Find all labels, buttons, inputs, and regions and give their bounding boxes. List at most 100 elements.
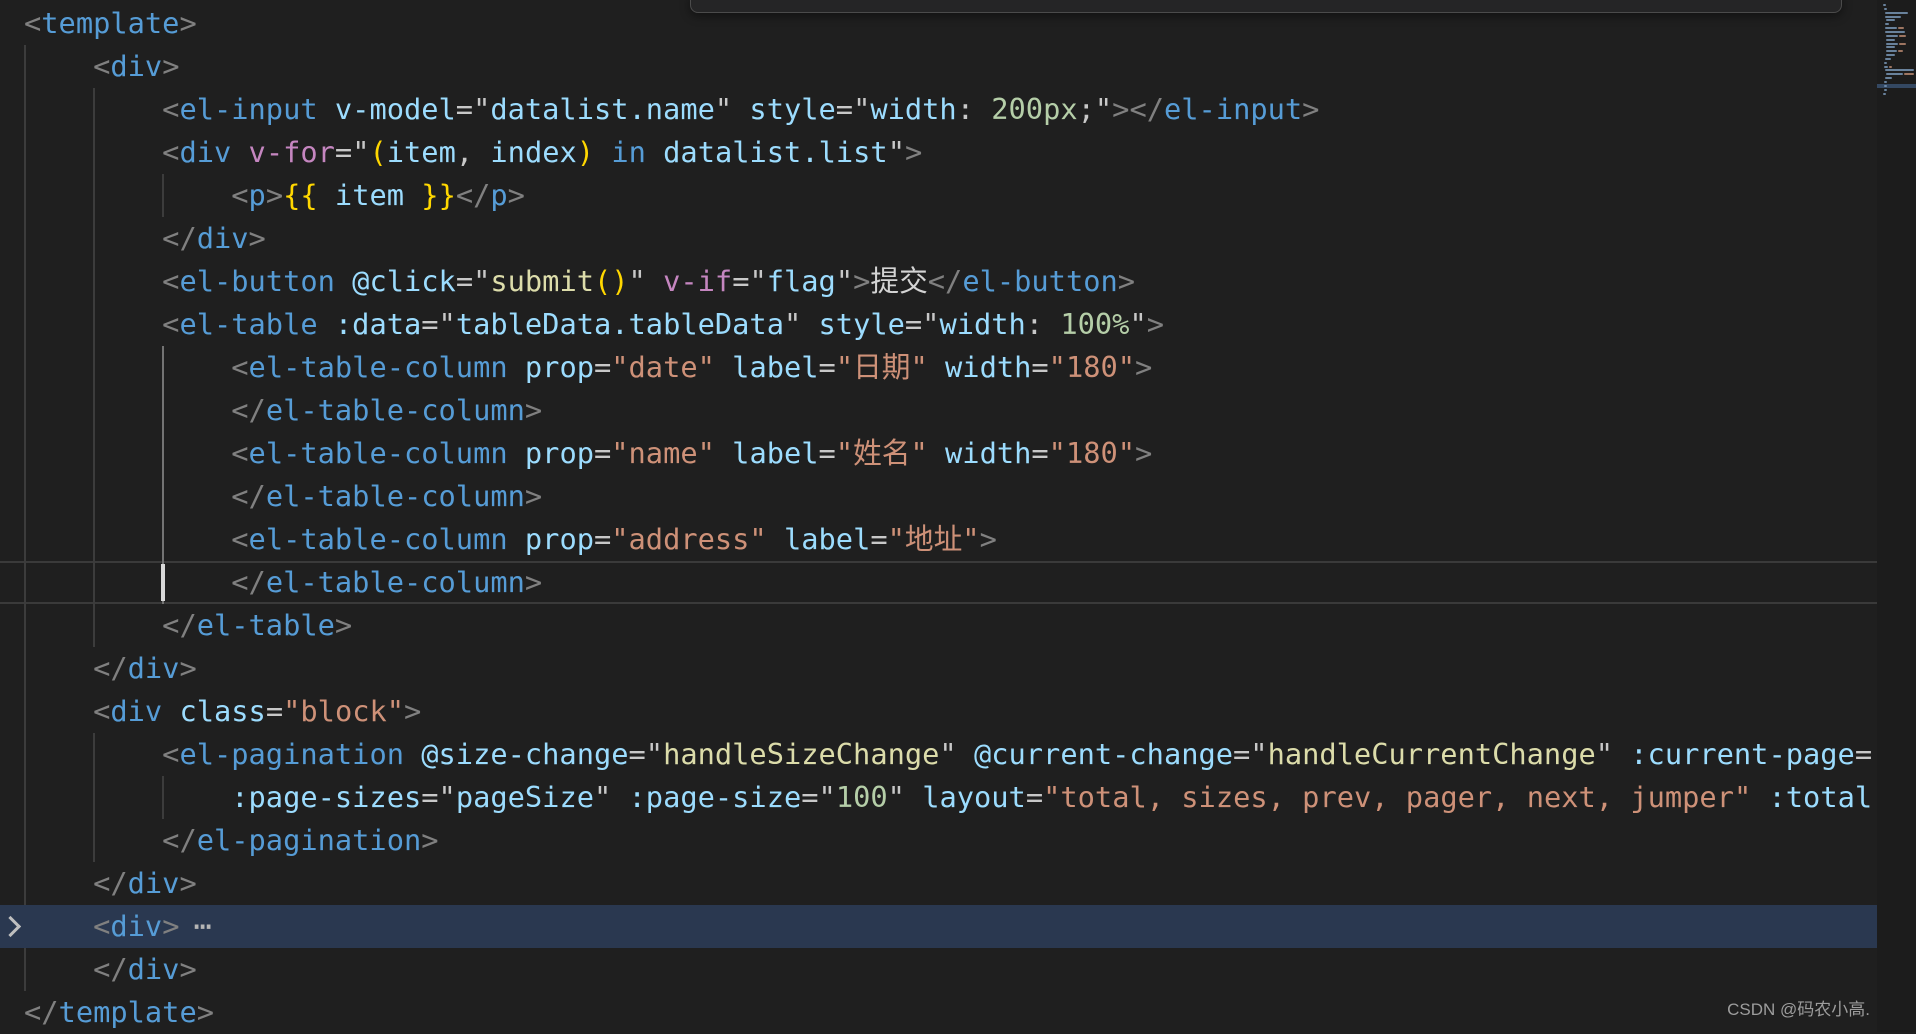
token-oper: : [956, 92, 974, 126]
code-line-2[interactable]: <div> [0, 45, 1877, 88]
token-oper: " [1129, 307, 1147, 341]
code-area[interactable]: <template> <div> <el-input v-model="data… [0, 2, 1877, 1034]
token-punct: > [179, 866, 197, 900]
token-oper: " [714, 92, 733, 126]
token-attr: label [714, 350, 819, 384]
minimap-line-mark [1884, 84, 1887, 87]
token-str: "180" [1048, 350, 1136, 384]
minimap-line-mark [1885, 15, 1901, 18]
code-line-5[interactable]: <p>{{ item }}</p> [0, 174, 1877, 217]
token-punct: > [162, 49, 180, 83]
code-line-23[interactable]: </div> [0, 948, 1877, 991]
code-line-12[interactable]: </el-table-column> [0, 475, 1877, 518]
token-punct: < [231, 350, 249, 384]
token-punct: < [162, 307, 180, 341]
code-line-3[interactable]: <el-input v-model="datalist.name" style=… [0, 88, 1877, 131]
token-ctrl: v-for [231, 135, 335, 169]
code-line-17[interactable]: <div class="block"> [0, 690, 1877, 733]
token-attr: item [386, 135, 456, 169]
token-tag: el-table-column [265, 479, 525, 513]
token-punct: </ [93, 952, 128, 986]
code-line-15[interactable]: </el-table> [0, 604, 1877, 647]
quick-input-widget[interactable] [690, 0, 1842, 13]
code-line-14[interactable]: </el-table-column> [0, 561, 1877, 604]
token-brk: () [594, 264, 629, 298]
token-punct: > [179, 651, 197, 685]
minimap-line-mark [1884, 65, 1889, 68]
code-line-7[interactable]: <el-button @click="submit()" v-if="flag"… [0, 260, 1877, 303]
minimap-line-mark [1884, 7, 1887, 10]
token-num: 200px [973, 92, 1078, 126]
minimap-line-mark [1883, 92, 1887, 95]
token-attr: width [870, 92, 957, 126]
token-attr: class [162, 694, 266, 728]
token-punct: > [524, 479, 543, 513]
code-line-24[interactable]: </template> [0, 991, 1877, 1034]
token-oper: = [1031, 350, 1049, 384]
token-attr: style [801, 307, 905, 341]
token-attr: pageSize [455, 780, 594, 814]
code-line-20[interactable]: </el-pagination> [0, 819, 1877, 862]
code-line-6[interactable]: </div> [0, 217, 1877, 260]
token-attr: label [714, 436, 819, 470]
minimap-line-mark [1897, 27, 1905, 30]
code-line-18[interactable]: <el-pagination @size-change="handleSizeC… [0, 733, 1877, 776]
token-tag: div [127, 651, 180, 685]
minimap-line-mark [1886, 54, 1896, 57]
code-line-16[interactable]: </div> [0, 647, 1877, 690]
token-oper: =" [835, 92, 871, 126]
code-line-21[interactable]: </div> [0, 862, 1877, 905]
token-attr: layout [904, 780, 1026, 814]
token-oper: =" [455, 92, 491, 126]
token-str: "name" [611, 436, 715, 470]
minimap-line-mark [1904, 73, 1914, 76]
token-attr: :page-size [611, 780, 802, 814]
fold-chevron-icon[interactable] [0, 915, 23, 938]
code-line-9[interactable]: <el-table-column prop="date" label="日期" … [0, 346, 1877, 389]
token-tag: div [127, 866, 180, 900]
token-tag: el-table-column [265, 565, 525, 599]
token-brk: }} [421, 178, 456, 212]
code-line-10[interactable]: </el-table-column> [0, 389, 1877, 432]
minimap-line-mark [1886, 34, 1899, 37]
code-line-4[interactable]: <div v-for="(item, index) in datalist.li… [0, 131, 1877, 174]
fold-ellipsis[interactable]: ⋯ [193, 909, 211, 944]
minimap-line-mark [1885, 69, 1914, 72]
token-oper: ;" [1077, 92, 1113, 126]
token-oper: " [835, 264, 854, 298]
token-tag: div [179, 135, 232, 169]
token-oper: = [818, 436, 836, 470]
code-line-11[interactable]: <el-table-column prop="name" label="姓名" … [0, 432, 1877, 475]
token-oper: " [939, 737, 957, 771]
minimap-line-mark [1885, 77, 1893, 80]
token-str: "total, sizes, prev, pager, next, jumper… [1043, 780, 1752, 814]
token-attr: style [732, 92, 836, 126]
token-punct: < [231, 436, 249, 470]
token-oper: =" [1233, 737, 1268, 771]
token-punct: > [404, 694, 422, 728]
token-num: 100% [1043, 307, 1130, 341]
token-oper: = [265, 694, 284, 728]
token-oper: =" [334, 135, 370, 169]
code-line-13[interactable]: <el-table-column prop="address" label="地… [0, 518, 1877, 561]
code-line-8[interactable]: <el-table :data="tableData.tableData" st… [0, 303, 1877, 346]
token-oper: " [887, 780, 905, 814]
token-tag: el-pagination [179, 737, 404, 771]
minimap-line-mark [1886, 73, 1904, 76]
token-punct: < [231, 522, 249, 556]
token-attr: :data [317, 307, 422, 341]
code-editor[interactable]: <template> <div> <el-input v-model="data… [0, 0, 1916, 1032]
token-str: "姓名" [835, 436, 928, 470]
token-oper: =" [732, 264, 767, 298]
token-attr: datalist.list [645, 135, 888, 169]
token-punct: </ [24, 995, 59, 1029]
token-punct: </ [231, 393, 266, 427]
token-punct: > [507, 178, 525, 212]
watermark: CSDN @码农小高. [1727, 1000, 1870, 1019]
code-line-19[interactable]: :page-sizes="pageSize" :page-size="100" … [0, 776, 1877, 819]
token-tag: el-input [179, 92, 318, 126]
minimap-line-mark [1886, 50, 1897, 53]
minimap[interactable] [1877, 0, 1916, 1032]
code-line-22[interactable]: <div> ⋯ [0, 905, 1877, 948]
minimap-line-mark [1899, 42, 1906, 45]
